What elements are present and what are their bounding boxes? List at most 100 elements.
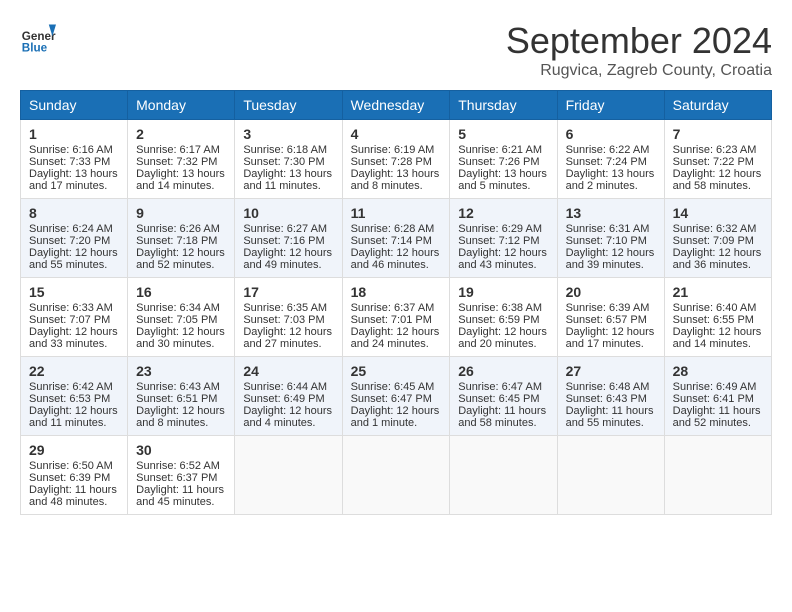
sunrise-text: Sunrise: 6:18 AM — [243, 144, 333, 156]
sunset-text: Sunset: 7:18 PM — [136, 235, 226, 247]
calendar-cell — [450, 436, 557, 515]
month-title: September 2024 — [506, 20, 772, 62]
calendar-cell: 7Sunrise: 6:23 AMSunset: 7:22 PMDaylight… — [664, 120, 771, 199]
daylight-text: Daylight: 13 hours and 11 minutes. — [243, 168, 333, 192]
sunrise-text: Sunrise: 6:35 AM — [243, 302, 333, 314]
weekday-header-saturday: Saturday — [664, 91, 771, 120]
sunset-text: Sunset: 7:09 PM — [673, 235, 763, 247]
svg-text:Blue: Blue — [22, 42, 48, 55]
day-number: 21 — [673, 284, 763, 300]
sunrise-text: Sunrise: 6:52 AM — [136, 460, 226, 472]
day-number: 19 — [458, 284, 548, 300]
sunset-text: Sunset: 6:59 PM — [458, 314, 548, 326]
sunrise-text: Sunrise: 6:33 AM — [29, 302, 119, 314]
day-number: 29 — [29, 442, 119, 458]
day-number: 3 — [243, 126, 333, 142]
sunset-text: Sunset: 7:22 PM — [673, 156, 763, 168]
sunrise-text: Sunrise: 6:42 AM — [29, 381, 119, 393]
daylight-text: Daylight: 12 hours and 1 minute. — [351, 405, 442, 429]
calendar-cell: 2Sunrise: 6:17 AMSunset: 7:32 PMDaylight… — [128, 120, 235, 199]
calendar-cell — [557, 436, 664, 515]
daylight-text: Daylight: 11 hours and 45 minutes. — [136, 484, 226, 508]
daylight-text: Daylight: 12 hours and 11 minutes. — [29, 405, 119, 429]
daylight-text: Daylight: 12 hours and 27 minutes. — [243, 326, 333, 350]
day-number: 15 — [29, 284, 119, 300]
daylight-text: Daylight: 12 hours and 36 minutes. — [673, 247, 763, 271]
sunset-text: Sunset: 6:45 PM — [458, 393, 548, 405]
calendar-cell: 26Sunrise: 6:47 AMSunset: 6:45 PMDayligh… — [450, 357, 557, 436]
calendar-cell: 5Sunrise: 6:21 AMSunset: 7:26 PMDaylight… — [450, 120, 557, 199]
sunset-text: Sunset: 7:26 PM — [458, 156, 548, 168]
sunrise-text: Sunrise: 6:47 AM — [458, 381, 548, 393]
daylight-text: Daylight: 13 hours and 2 minutes. — [566, 168, 656, 192]
calendar-week-3: 15Sunrise: 6:33 AMSunset: 7:07 PMDayligh… — [21, 278, 772, 357]
day-number: 17 — [243, 284, 333, 300]
sunset-text: Sunset: 7:05 PM — [136, 314, 226, 326]
daylight-text: Daylight: 12 hours and 4 minutes. — [243, 405, 333, 429]
calendar-cell: 1Sunrise: 6:16 AMSunset: 7:33 PMDaylight… — [21, 120, 128, 199]
day-number: 11 — [351, 205, 442, 221]
logo-icon: General Blue — [20, 20, 56, 56]
calendar-cell: 21Sunrise: 6:40 AMSunset: 6:55 PMDayligh… — [664, 278, 771, 357]
sunrise-text: Sunrise: 6:21 AM — [458, 144, 548, 156]
sunset-text: Sunset: 7:20 PM — [29, 235, 119, 247]
day-number: 7 — [673, 126, 763, 142]
sunset-text: Sunset: 7:12 PM — [458, 235, 548, 247]
calendar-cell: 27Sunrise: 6:48 AMSunset: 6:43 PMDayligh… — [557, 357, 664, 436]
daylight-text: Daylight: 12 hours and 43 minutes. — [458, 247, 548, 271]
sunrise-text: Sunrise: 6:27 AM — [243, 223, 333, 235]
calendar-cell: 20Sunrise: 6:39 AMSunset: 6:57 PMDayligh… — [557, 278, 664, 357]
sunrise-text: Sunrise: 6:28 AM — [351, 223, 442, 235]
calendar-cell: 17Sunrise: 6:35 AMSunset: 7:03 PMDayligh… — [235, 278, 342, 357]
sunset-text: Sunset: 7:01 PM — [351, 314, 442, 326]
calendar-cell: 28Sunrise: 6:49 AMSunset: 6:41 PMDayligh… — [664, 357, 771, 436]
calendar-cell: 30 Sunrise: 6:52 AMSunset: 6:37 PMDayligh… — [128, 436, 235, 515]
sunrise-text: Sunrise: 6:50 AM — [29, 460, 119, 472]
sunrise-text: Sunrise: 6:37 AM — [351, 302, 442, 314]
sunset-text: Sunset: 7:28 PM — [351, 156, 442, 168]
calendar-week-2: 8Sunrise: 6:24 AMSunset: 7:20 PMDaylight… — [21, 199, 772, 278]
day-number: 12 — [458, 205, 548, 221]
calendar-cell: 23Sunrise: 6:43 AMSunset: 6:51 PMDayligh… — [128, 357, 235, 436]
calendar-cell: 8Sunrise: 6:24 AMSunset: 7:20 PMDaylight… — [21, 199, 128, 278]
daylight-text: Daylight: 12 hours and 8 minutes. — [136, 405, 226, 429]
calendar-cell: 24Sunrise: 6:44 AMSunset: 6:49 PMDayligh… — [235, 357, 342, 436]
sunset-text: Sunset: 6:41 PM — [673, 393, 763, 405]
daylight-text: Daylight: 12 hours and 30 minutes. — [136, 326, 226, 350]
daylight-text: Daylight: 12 hours and 52 minutes. — [136, 247, 226, 271]
sunset-text: Sunset: 7:24 PM — [566, 156, 656, 168]
sunset-text: Sunset: 7:10 PM — [566, 235, 656, 247]
calendar-cell: 25Sunrise: 6:45 AMSunset: 6:47 PMDayligh… — [342, 357, 450, 436]
sunrise-text: Sunrise: 6:43 AM — [136, 381, 226, 393]
sunset-text: Sunset: 6:39 PM — [29, 472, 119, 484]
sunset-text: Sunset: 6:37 PM — [136, 472, 226, 484]
daylight-text: Daylight: 11 hours and 55 minutes. — [566, 405, 656, 429]
daylight-text: Daylight: 11 hours and 48 minutes. — [29, 484, 119, 508]
calendar-week-5: 29Sunrise: 6:50 AMSunset: 6:39 PMDayligh… — [21, 436, 772, 515]
daylight-text: Daylight: 11 hours and 52 minutes. — [673, 405, 763, 429]
sunset-text: Sunset: 6:49 PM — [243, 393, 333, 405]
daylight-text: Daylight: 11 hours and 58 minutes. — [458, 405, 548, 429]
daylight-text: Daylight: 13 hours and 17 minutes. — [29, 168, 119, 192]
day-number: 25 — [351, 363, 442, 379]
day-number: 1 — [29, 126, 119, 142]
day-number: 6 — [566, 126, 656, 142]
day-number: 18 — [351, 284, 442, 300]
daylight-text: Daylight: 12 hours and 46 minutes. — [351, 247, 442, 271]
calendar-cell: 10Sunrise: 6:27 AMSunset: 7:16 PMDayligh… — [235, 199, 342, 278]
sunrise-text: Sunrise: 6:26 AM — [136, 223, 226, 235]
day-number: 30 — [136, 442, 226, 458]
sunrise-text: Sunrise: 6:38 AM — [458, 302, 548, 314]
sunrise-text: Sunrise: 6:44 AM — [243, 381, 333, 393]
day-number: 8 — [29, 205, 119, 221]
weekday-header-wednesday: Wednesday — [342, 91, 450, 120]
calendar-cell — [342, 436, 450, 515]
day-number: 2 — [136, 126, 226, 142]
day-number: 16 — [136, 284, 226, 300]
daylight-text: Daylight: 13 hours and 8 minutes. — [351, 168, 442, 192]
weekday-header-row: SundayMondayTuesdayWednesdayThursdayFrid… — [21, 91, 772, 120]
sunrise-text: Sunrise: 6:34 AM — [136, 302, 226, 314]
sunrise-text: Sunrise: 6:23 AM — [673, 144, 763, 156]
calendar-cell: 14Sunrise: 6:32 AMSunset: 7:09 PMDayligh… — [664, 199, 771, 278]
sunrise-text: Sunrise: 6:49 AM — [673, 381, 763, 393]
